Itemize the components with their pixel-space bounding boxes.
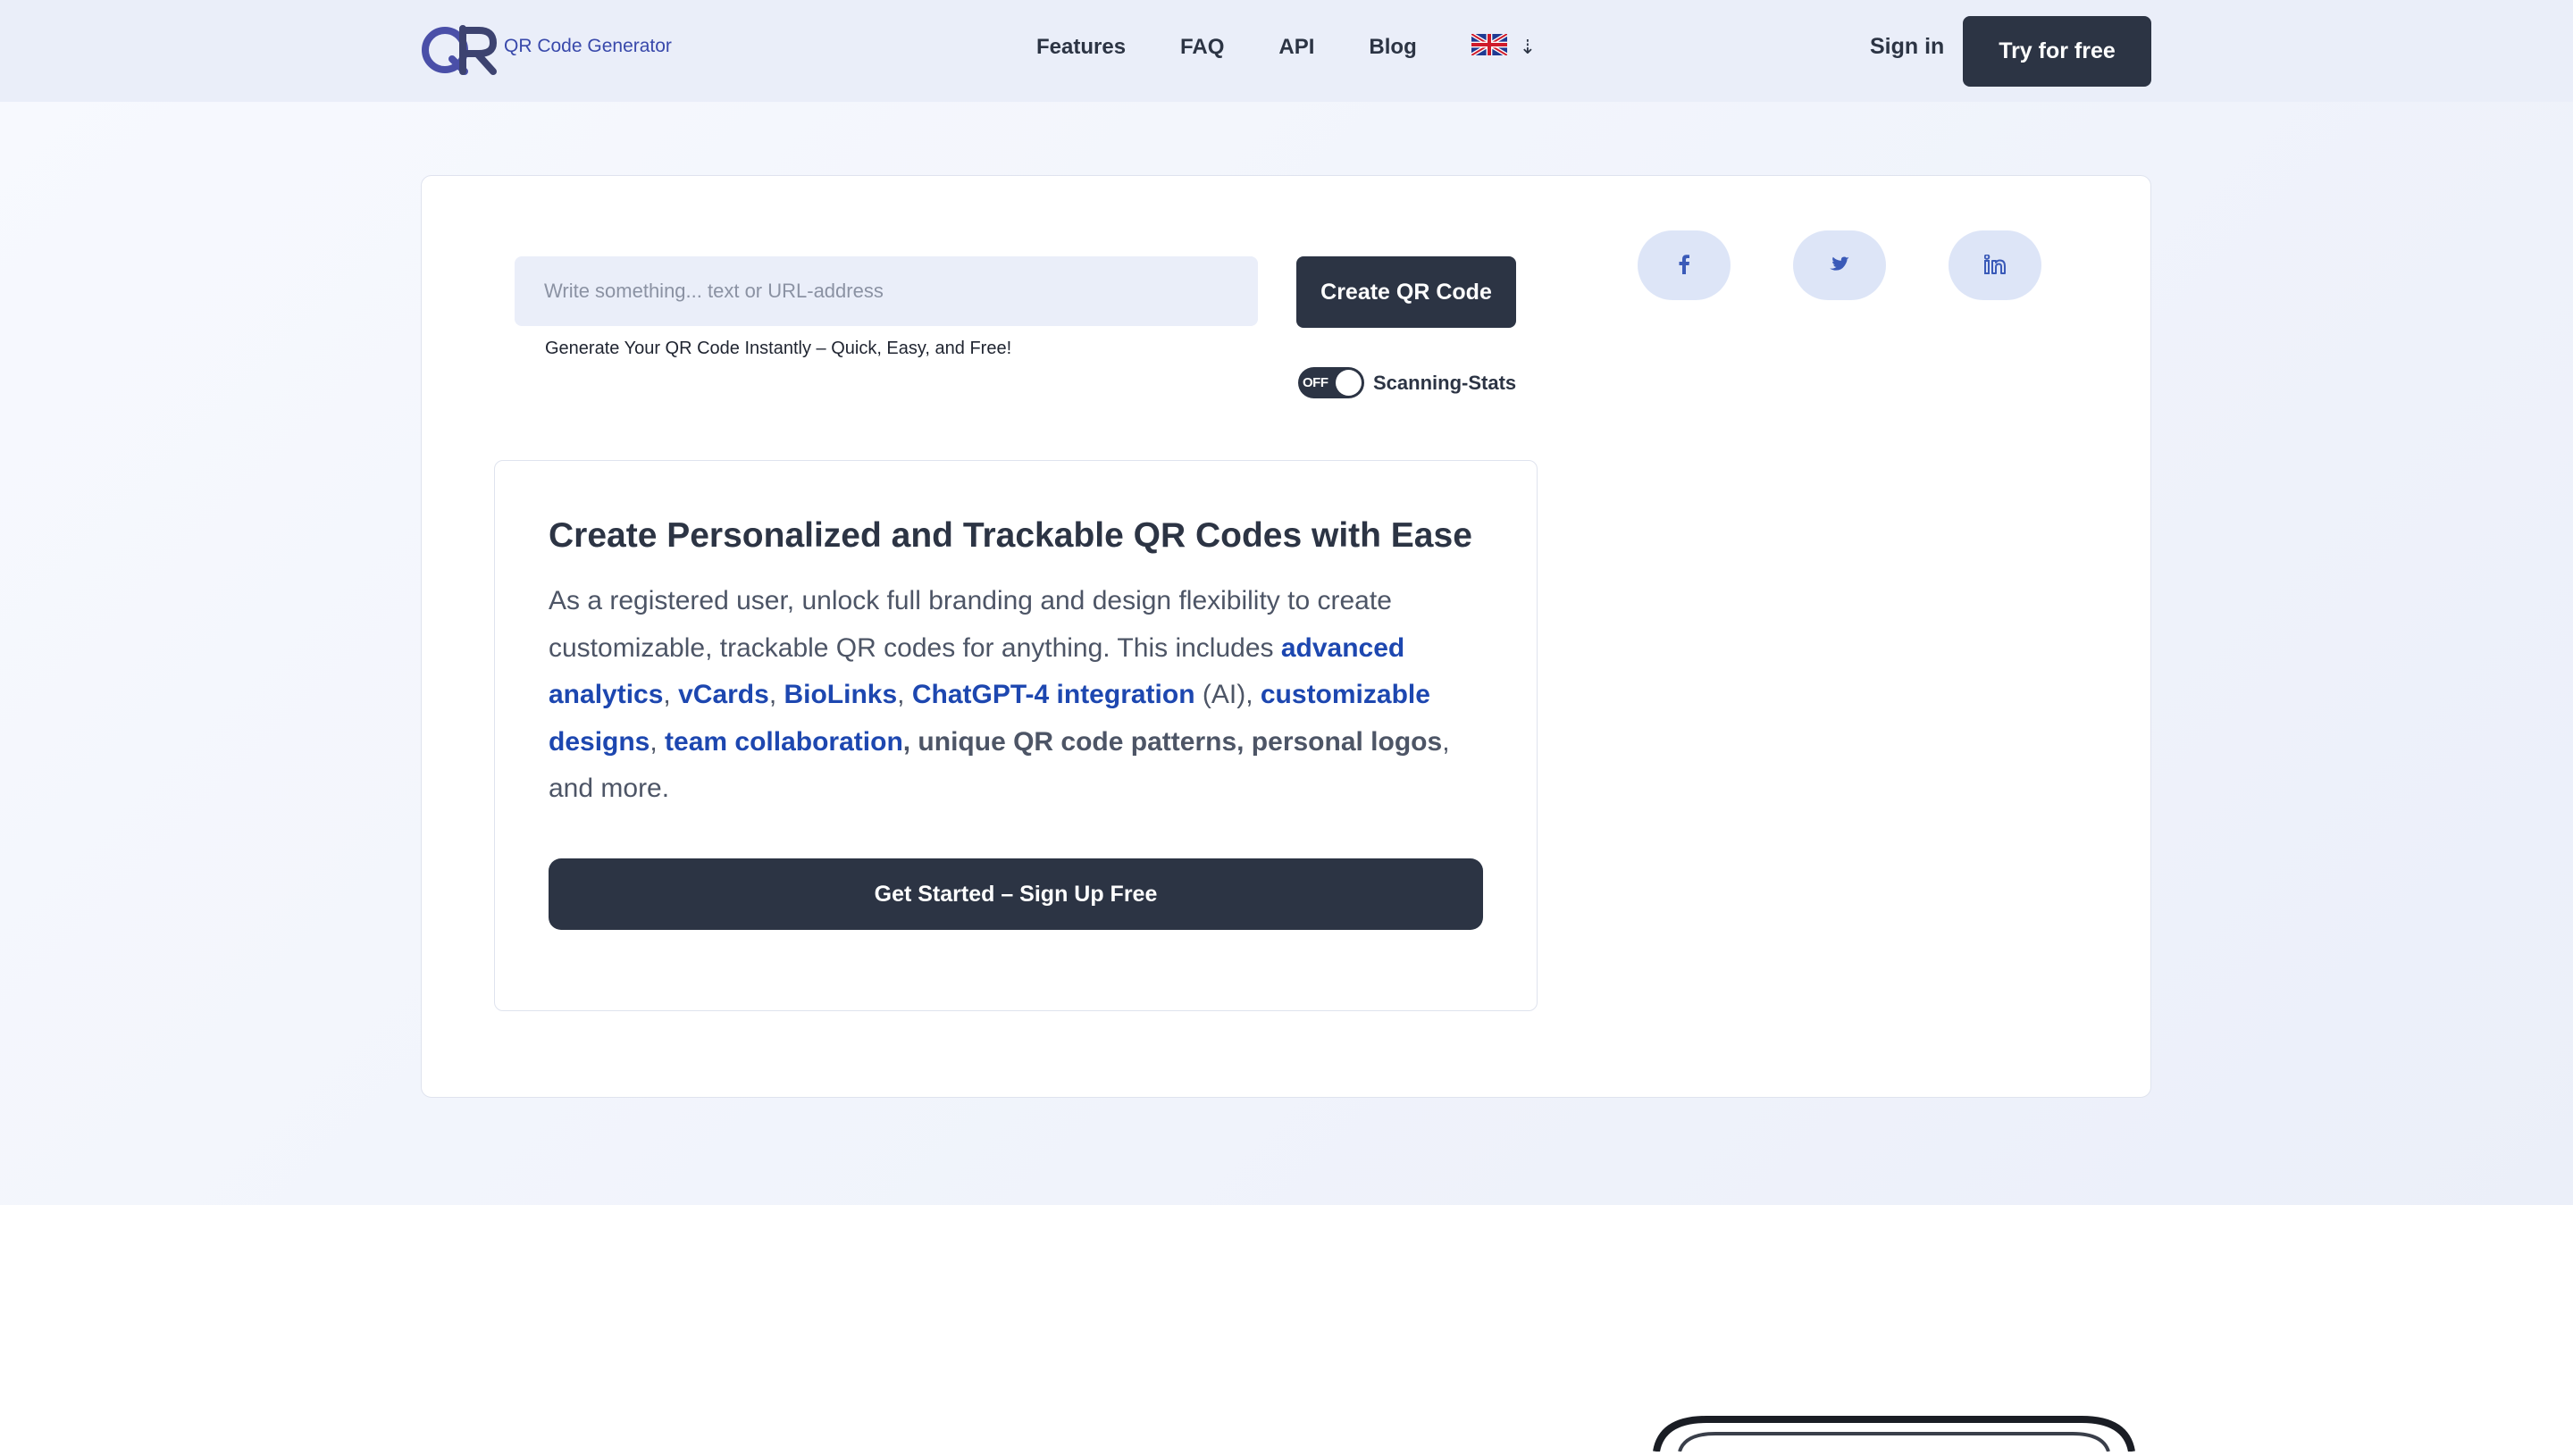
linkedin-share-button[interactable] — [1949, 230, 2041, 300]
facebook-share-button[interactable] — [1638, 230, 1731, 300]
patterns-logos-text: , unique QR code patterns, personal logo… — [902, 726, 1443, 757]
get-started-signup-button[interactable]: Get Started – Sign Up Free — [549, 858, 1483, 930]
nav-api[interactable]: API — [1278, 35, 1314, 60]
qr-logo-icon — [420, 23, 500, 75]
separator-text: , — [768, 680, 784, 709]
scanning-stats-toggle[interactable]: OFF — [1298, 367, 1364, 398]
create-qr-code-button[interactable]: Create QR Code — [1296, 256, 1516, 328]
logo-link[interactable]: QR Code Generator — [420, 23, 672, 75]
separator-text: , — [650, 726, 666, 757]
vcards-link[interactable]: vCards — [678, 680, 769, 709]
nav-features[interactable]: Features — [1036, 35, 1126, 60]
sign-in-link[interactable]: Sign in — [1870, 34, 1944, 60]
qr-text-input[interactable] — [515, 256, 1258, 326]
toggle-state-label: OFF — [1303, 375, 1328, 390]
ai-text: (AI), — [1194, 680, 1261, 709]
separator-text: , — [897, 680, 912, 709]
promo-description: As a registered user, unlock full brandi… — [549, 578, 1496, 813]
scanning-stats-toggle-group: OFF Scanning-Stats — [1298, 367, 1516, 398]
arrow-down-icon: ⇣ — [1519, 35, 1537, 58]
twitter-share-button[interactable] — [1793, 230, 1886, 300]
helper-text: Generate Your QR Code Instantly – Quick,… — [545, 339, 1012, 358]
team-collaboration-link[interactable]: team collaboration — [665, 727, 903, 757]
scanning-stats-label: Scanning-Stats — [1373, 371, 1517, 394]
linkedin-icon — [1983, 253, 2006, 277]
promo-title: Create Personalized and Trackable QR Cod… — [549, 516, 1472, 555]
separator-text: , — [663, 680, 679, 709]
facebook-icon — [1678, 254, 1690, 277]
uk-flag-icon — [1470, 31, 1508, 60]
language-selector[interactable]: ⇣ — [1470, 31, 1537, 60]
phone-illustration — [1653, 1416, 2153, 1456]
nav-faq[interactable]: FAQ — [1180, 35, 1224, 60]
try-for-free-button[interactable]: Try for free — [1963, 16, 2151, 87]
biolinks-link[interactable]: BioLinks — [784, 680, 897, 709]
top-navigation-bar: QR Code Generator Features FAQ API Blog … — [0, 0, 2573, 102]
toggle-knob — [1336, 370, 1362, 396]
nav-blog[interactable]: Blog — [1369, 35, 1416, 60]
chatgpt-integration-link[interactable]: ChatGPT-4 integration — [912, 680, 1195, 709]
promo-intro-text: As a registered user, unlock full brandi… — [549, 586, 1392, 663]
logo-text: QR Code Generator — [504, 36, 672, 56]
twitter-icon — [1830, 255, 1849, 275]
main-nav: Features FAQ API Blog ⇣ — [1036, 31, 1537, 60]
